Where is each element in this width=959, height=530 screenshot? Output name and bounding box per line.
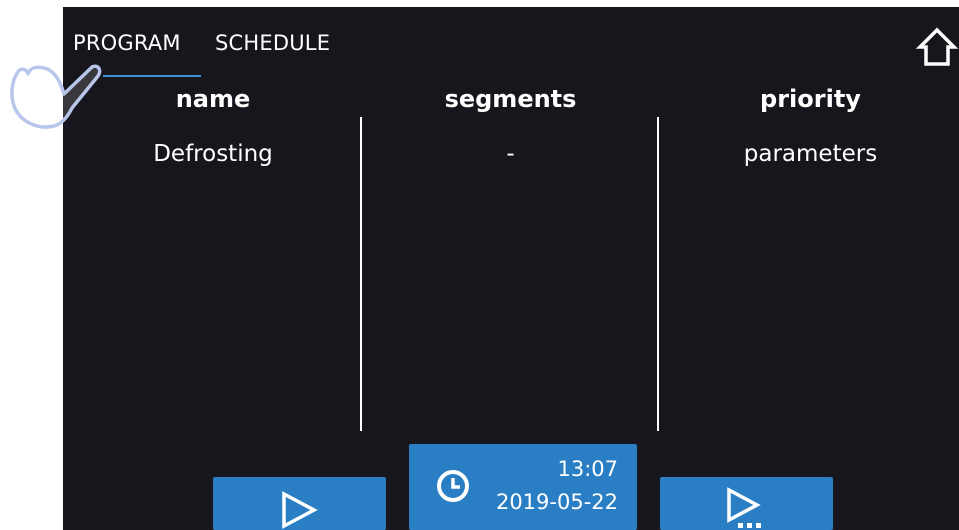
program-segments-cell[interactable]: - xyxy=(398,141,623,167)
column-header-name: name xyxy=(175,85,251,113)
tab-schedule[interactable]: SCHEDULE xyxy=(215,31,330,55)
clock-date: 2019-05-22 xyxy=(495,490,618,514)
start-program-button[interactable] xyxy=(213,477,386,530)
home-button[interactable] xyxy=(915,25,959,69)
datetime-button[interactable]: 13:07 2019-05-22 xyxy=(409,444,637,530)
program-priority-cell[interactable]: parameters xyxy=(698,141,923,167)
program-screen: PROGRAM SCHEDULE name segments priority … xyxy=(63,7,959,530)
clock-time: 13:07 xyxy=(557,457,618,481)
column-divider xyxy=(657,117,659,431)
column-header-priority: priority xyxy=(760,85,861,113)
play-more-icon xyxy=(727,487,761,528)
home-icon xyxy=(915,27,959,66)
hand-pointer-icon xyxy=(10,64,102,129)
clock-icon xyxy=(437,470,469,502)
start-program-options-button[interactable] xyxy=(660,477,833,530)
play-icon xyxy=(282,491,318,529)
program-name-cell[interactable]: Defrosting xyxy=(103,141,323,167)
column-divider xyxy=(360,117,362,431)
column-header-segments: segments xyxy=(444,85,577,113)
tab-program[interactable]: PROGRAM xyxy=(73,31,181,55)
active-tab-indicator xyxy=(103,75,201,77)
